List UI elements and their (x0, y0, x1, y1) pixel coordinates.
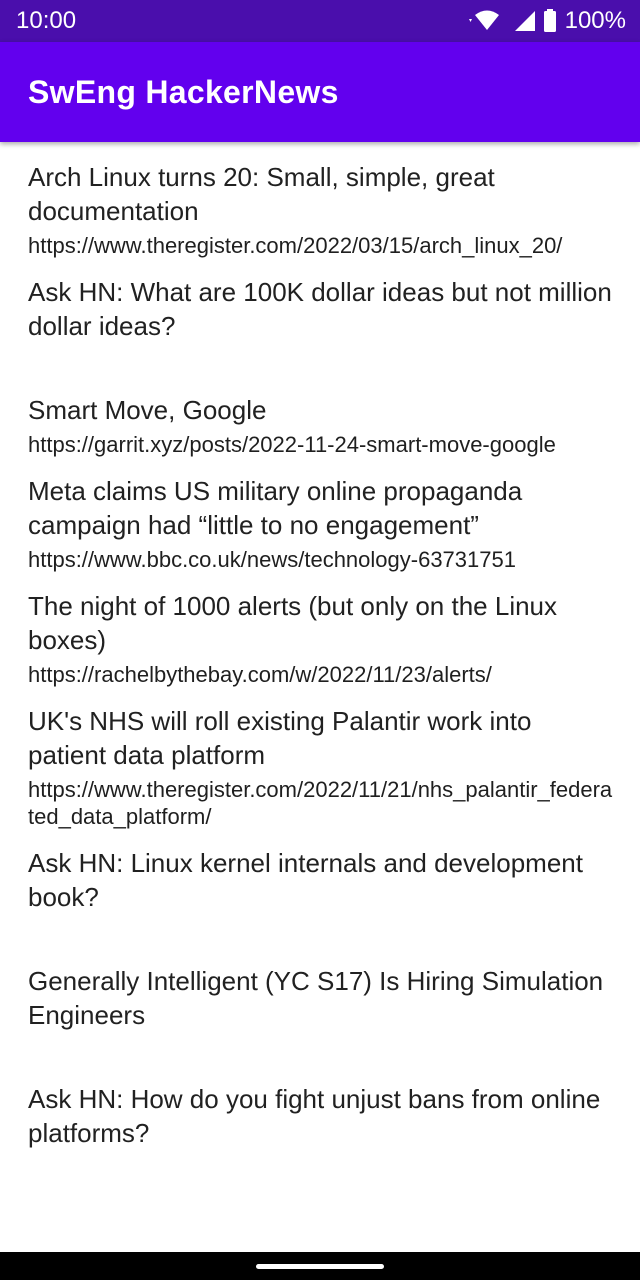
app-bar: SwEng HackerNews (0, 42, 640, 142)
story-item[interactable]: Generally Intelligent (YC S17) Is Hiring… (28, 964, 616, 1032)
wifi-icon (467, 10, 507, 32)
story-title[interactable]: Ask HN: How do you fight unjust bans fro… (28, 1082, 616, 1150)
story-title[interactable]: Ask HN: Linux kernel internals and devel… (28, 846, 616, 914)
story-title[interactable]: Meta claims US military online propagand… (28, 474, 616, 542)
battery-icon (543, 9, 557, 33)
story-title[interactable]: Smart Move, Google (28, 393, 616, 427)
story-item[interactable]: The night of 1000 alerts (but only on th… (28, 589, 616, 688)
signal-icon (513, 10, 537, 32)
story-item[interactable]: Ask HN: What are 100K dollar ideas but n… (28, 275, 616, 343)
status-bar: 10:00 100% (0, 0, 640, 42)
story-item[interactable]: Ask HN: Linux kernel internals and devel… (28, 846, 616, 914)
status-time: 10:00 (16, 7, 77, 34)
story-title[interactable]: Arch Linux turns 20: Small, simple, grea… (28, 160, 616, 228)
story-url[interactable]: https://www.theregister.com/2022/11/21/n… (28, 776, 616, 830)
story-item[interactable]: Smart Move, Google https://garrit.xyz/po… (28, 393, 616, 458)
status-icons: 100% (467, 7, 626, 35)
story-url[interactable]: https://www.theregister.com/2022/03/15/a… (28, 232, 616, 259)
story-item[interactable]: Meta claims US military online propagand… (28, 474, 616, 573)
story-title[interactable]: The night of 1000 alerts (but only on th… (28, 589, 616, 657)
story-list[interactable]: Arch Linux turns 20: Small, simple, grea… (0, 142, 640, 1252)
story-url[interactable]: https://rachelbythebay.com/w/2022/11/23/… (28, 661, 616, 688)
story-item[interactable]: UK's NHS will roll existing Palantir wor… (28, 704, 616, 830)
story-title[interactable]: UK's NHS will roll existing Palantir wor… (28, 704, 616, 772)
story-item[interactable]: Ask HN: How do you fight unjust bans fro… (28, 1082, 616, 1150)
story-title[interactable]: Ask HN: What are 100K dollar ideas but n… (28, 275, 616, 343)
home-gesture-handle[interactable] (256, 1263, 384, 1269)
story-url[interactable]: https://www.bbc.co.uk/news/technology-63… (28, 546, 616, 573)
story-title[interactable]: Generally Intelligent (YC S17) Is Hiring… (28, 964, 616, 1032)
app-title: SwEng HackerNews (28, 73, 339, 110)
story-url[interactable]: https://garrit.xyz/posts/2022-11-24-smar… (28, 431, 616, 458)
battery-percentage: 100% (564, 7, 626, 34)
story-item[interactable]: Arch Linux turns 20: Small, simple, grea… (28, 160, 616, 259)
navigation-bar (0, 1252, 640, 1280)
